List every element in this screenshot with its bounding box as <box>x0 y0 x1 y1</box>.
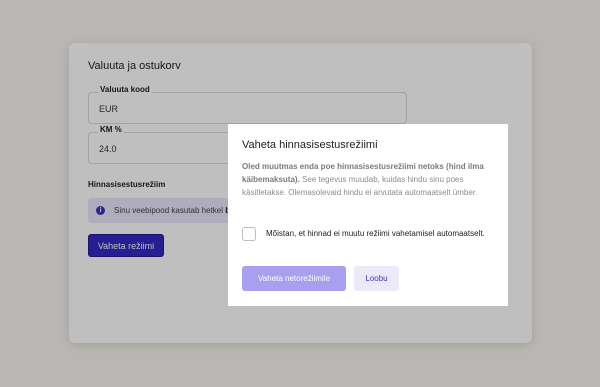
modal-body: Oled muutmas enda poe hinnasisestusrežii… <box>242 162 484 197</box>
cancel-button[interactable]: Loobu <box>354 266 399 291</box>
confirm-net-mode-button[interactable]: Vaheta netorežiimile <box>242 266 346 291</box>
switch-mode-modal: Vaheta hinnasisestusrežiimi Oled muutmas… <box>228 124 508 306</box>
confirm-checkbox[interactable] <box>242 227 256 241</box>
confirm-checkbox-label[interactable]: Mõistan, et hinnad ei muutu režiimi vahe… <box>266 227 496 241</box>
modal-title: Vaheta hinnasisestusrežiimi <box>242 139 378 151</box>
